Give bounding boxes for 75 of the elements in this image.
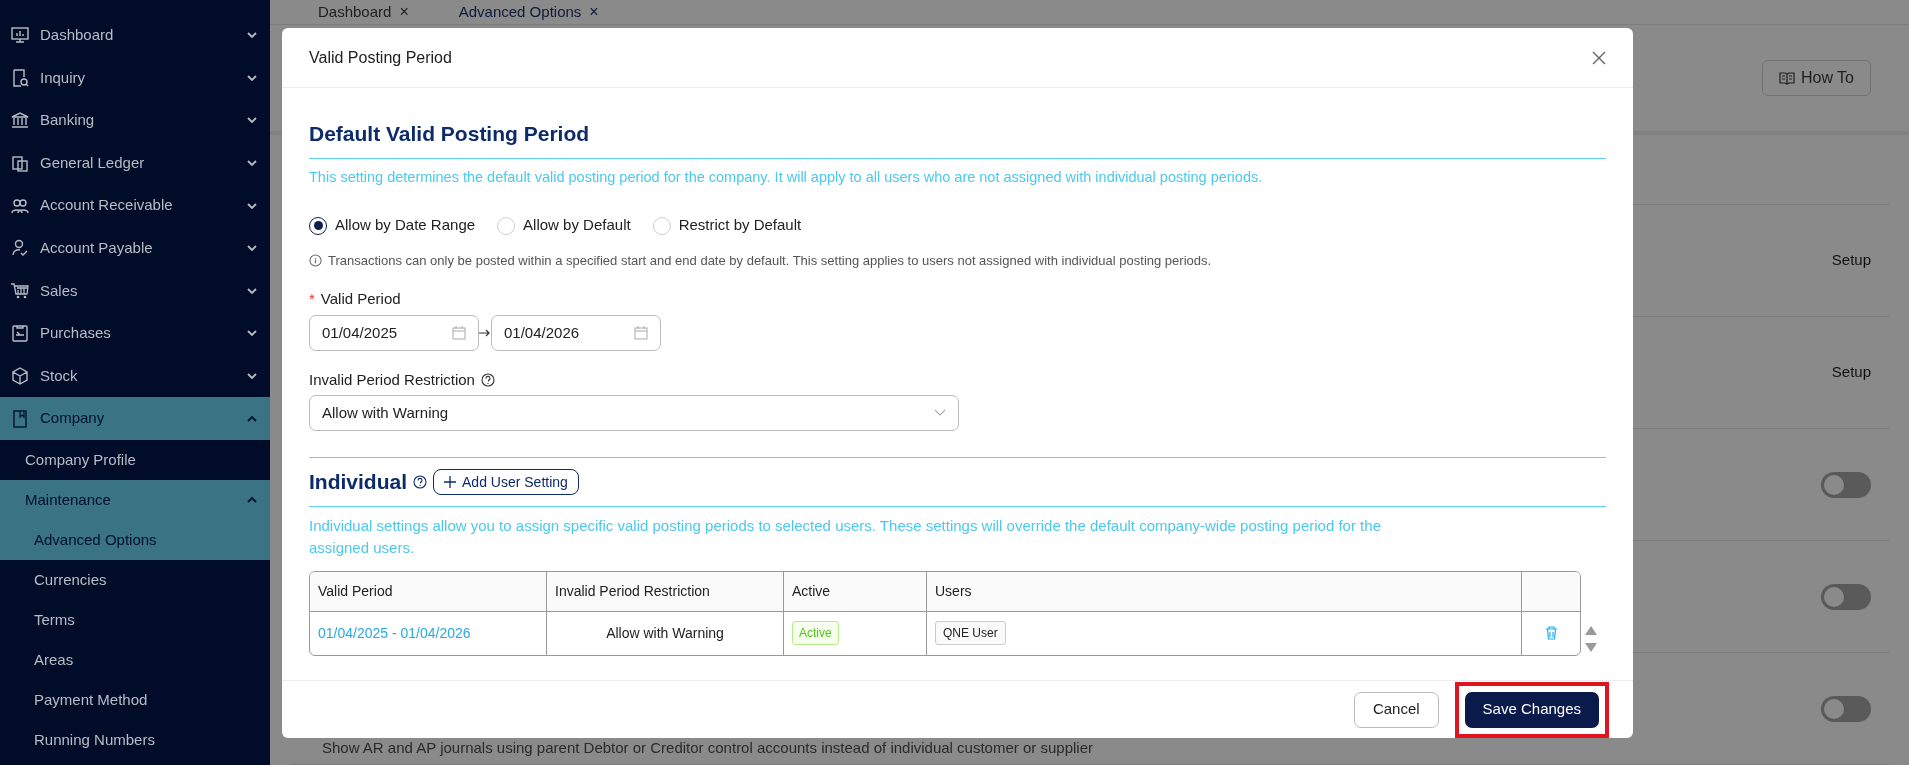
sidebar-subitem[interactable]: Maintenance xyxy=(0,479,270,520)
sidebar-subitem[interactable]: Running Numbers xyxy=(0,719,270,760)
table-cell: Allow with Warning xyxy=(547,611,784,655)
sidebar-subitem[interactable]: Areas xyxy=(0,639,270,680)
tab[interactable]: Advanced Options × xyxy=(458,0,599,25)
sidebar-item[interactable]: Banking xyxy=(0,99,270,142)
toggle-switch[interactable] xyxy=(1821,695,1871,722)
sidebar-subitem[interactable]: Company Profile xyxy=(0,439,270,480)
sidebar-item[interactable]: Account Receivable xyxy=(0,184,270,227)
section-description: Individual settings allow you to assign specific valid posting periods to selected users. These settings will override the default company-wide posting period for the assigned users. xyxy=(309,515,1382,558)
add-user-setting-button[interactable]: Add User Setting xyxy=(433,469,579,495)
chart-monitor-icon xyxy=(10,25,30,46)
book-icon xyxy=(1778,70,1795,85)
sidebar-subitem[interactable]: Terms xyxy=(0,599,270,640)
plus-icon xyxy=(444,476,456,488)
date-field[interactable]: 01/04/2025 xyxy=(309,314,479,351)
cube-icon xyxy=(10,366,30,387)
sidebar-subitem[interactable]: Payment Method xyxy=(0,679,270,720)
sidebar-item[interactable]: Purchases xyxy=(0,312,270,355)
required-mark: * xyxy=(309,289,315,310)
restriction-select[interactable]: Allow with Warning xyxy=(309,395,959,432)
sidebar-subitem[interactable]: Currencies xyxy=(0,559,270,600)
scroll-up-icon[interactable] xyxy=(1585,625,1597,635)
setup-link[interactable]: Setup xyxy=(1831,249,1871,272)
close-icon[interactable] xyxy=(1592,50,1606,65)
close-icon[interactable]: × xyxy=(399,0,409,25)
document-search-icon xyxy=(10,67,30,88)
radio-label[interactable]: Allow by Date Range xyxy=(335,214,476,237)
setup-link[interactable]: Setup xyxy=(1831,361,1871,384)
sidebar-item[interactable]: Company xyxy=(0,397,270,440)
sidebar-item[interactable]: Account Payable xyxy=(0,226,270,270)
dialog-title: Valid Posting Period xyxy=(309,47,452,68)
section-heading: Default Valid Posting Period xyxy=(309,118,1606,159)
clipboard-icon xyxy=(10,323,30,344)
sidebar-item[interactable]: Dashboard xyxy=(0,14,270,57)
sidebar-item[interactable]: Stock xyxy=(0,354,270,398)
section-heading: Individual xyxy=(309,469,407,496)
section-description: This setting determines the default valid posting period for the company. It will apply to all users who are not assigned with individual posting periods. xyxy=(309,167,1264,187)
info-text: Transactions can only be posted within a specified start and end date by default. This setting applies to users not assigned with individual posting periods. xyxy=(328,251,1212,270)
status-tag: Active xyxy=(792,621,839,646)
close-icon[interactable]: × xyxy=(589,0,599,25)
arrow-right-icon xyxy=(479,328,491,337)
field-label: Valid Period xyxy=(320,289,401,310)
book-icon xyxy=(10,408,30,429)
cancel-button[interactable]: Cancel xyxy=(1353,691,1439,728)
column-header: Active xyxy=(784,571,927,611)
sidebar-subitem[interactable]: Advanced Options xyxy=(0,519,270,560)
save-button[interactable]: Save Changes xyxy=(1464,691,1599,728)
chevron-down-icon xyxy=(934,409,946,418)
how-to-button[interactable]: How To xyxy=(1761,59,1871,96)
help-icon xyxy=(413,475,427,489)
help-icon xyxy=(480,373,495,387)
sidebar-item[interactable]: Inquiry xyxy=(0,56,270,100)
calendar-icon xyxy=(634,325,648,340)
bank-icon xyxy=(10,110,30,131)
calendar-icon xyxy=(452,325,466,340)
toggle-switch[interactable] xyxy=(1821,583,1871,610)
radio-label[interactable]: Restrict by Default xyxy=(678,214,802,237)
column-header: Valid Period xyxy=(310,571,547,611)
info-icon xyxy=(309,254,322,267)
sidebar-item[interactable]: General Ledger xyxy=(0,141,270,185)
column-header: Invalid Period Restriction xyxy=(547,571,784,611)
scroll-down-icon[interactable] xyxy=(1585,642,1597,652)
column-header: Users xyxy=(927,571,1522,611)
setting-description: Show AR and AP journals using parent Debtor or Creditor control accounts instead of individual customer or supplier xyxy=(322,738,1094,758)
user-tag: QNE User xyxy=(935,621,1006,646)
toggle-switch[interactable] xyxy=(1821,471,1871,498)
sidebar-item[interactable]: Sales xyxy=(0,269,270,313)
field-label: Invalid Period Restriction xyxy=(309,369,475,390)
ledger-icon xyxy=(10,153,30,174)
radio-label[interactable]: Allow by Default xyxy=(523,214,631,237)
trash-icon[interactable] xyxy=(1544,626,1558,641)
tab[interactable]: Dashboard × xyxy=(318,0,409,25)
cart-icon xyxy=(10,280,30,301)
date-field[interactable]: 01/04/2026 xyxy=(491,314,661,351)
